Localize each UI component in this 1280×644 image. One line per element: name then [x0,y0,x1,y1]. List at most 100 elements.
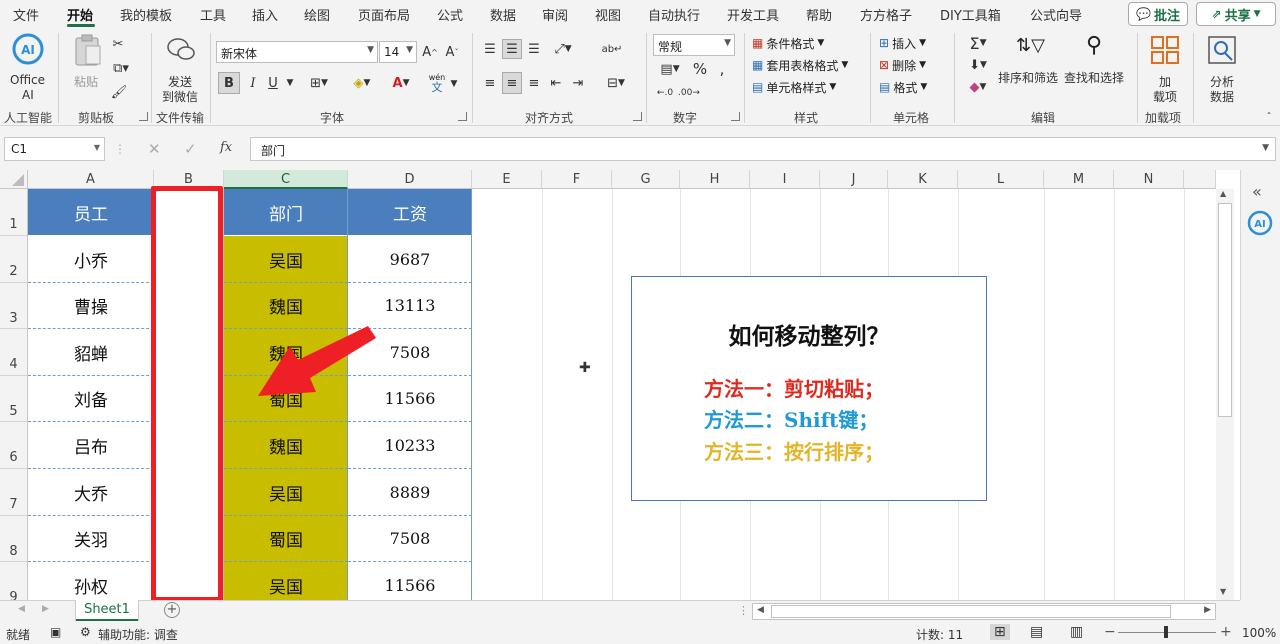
table-cell-dept[interactable]: 吴国 [224,469,348,516]
worksheet-grid[interactable]: A B C D E F G H I J K L M N 1 2 3 4 5 6 … [0,170,1240,600]
table-cell-dept[interactable]: 吴国 [224,236,348,283]
scroll-right-icon[interactable]: ▶ [1204,605,1211,615]
fill-icon[interactable]: ⬇ ▼ [962,55,994,75]
table-cell-dept[interactable]: 蜀国 [224,516,348,562]
scroll-down-icon[interactable]: ▼ [1220,587,1226,596]
vertical-scrollbar[interactable]: ▲ ▼ [1216,189,1234,600]
splitter-icon[interactable]: ⋮ [738,604,749,617]
column-header-c[interactable]: C [224,170,348,189]
menu-formula-wizard[interactable]: 公式向导 [1030,5,1082,24]
row-header-6[interactable]: 6 [0,422,28,469]
font-name-select[interactable]: 新宋体 ▼ [216,41,378,63]
indent-increase-icon[interactable]: ⇥ [568,72,588,94]
table-cell-employee[interactable]: 小乔 [28,236,154,283]
align-left-icon[interactable]: ≡ [480,72,500,94]
bold-button[interactable]: B [218,72,240,94]
align-right-icon[interactable]: ≡ [524,72,544,94]
menu-page-layout[interactable]: 页面布局 [358,5,410,24]
insert-cells-button[interactable]: ⊞ 插入 ▼ [879,33,926,53]
table-cell-employee[interactable]: 貂蝉 [28,329,154,376]
row-header-8[interactable]: 8 [0,516,28,562]
row-header-2[interactable]: 2 [0,236,28,283]
column-header-i[interactable]: I [750,170,820,189]
wrap-text-icon[interactable]: ab↵ [600,39,624,59]
column-header-d[interactable]: D [348,170,472,189]
menu-my-templates[interactable]: 我的模板 [120,5,172,24]
format-cells-button[interactable]: ▤ 格式 ▼ [879,77,927,97]
table-cell-dept[interactable]: 吴国 [224,562,348,600]
enter-icon[interactable]: ✓ [184,140,197,158]
accessibility-status[interactable]: 辅助功能: 调查 [98,626,178,643]
chevron-down-icon[interactable]: ▼ [284,72,296,94]
addins-button[interactable]: 加 载项 [1145,33,1185,104]
ai-assistant-icon[interactable]: AI [1247,210,1273,236]
analyze-data-button[interactable]: 分析 数据 [1200,33,1244,104]
vertical-scroll-thumb[interactable] [1218,203,1232,417]
select-all-corner[interactable] [0,170,28,189]
table-cell-employee[interactable]: 大乔 [28,469,154,516]
name-box[interactable]: C1 ▼ [4,137,105,161]
chevron-down-icon[interactable]: ▼ [448,73,460,95]
menu-formulas[interactable]: 公式 [437,5,463,24]
cell-c1[interactable]: 部门 [224,189,348,236]
expand-pane-icon[interactable]: « [1252,182,1262,201]
accessibility-icon[interactable]: ⚙ [80,625,91,639]
sort-filter-button[interactable]: ⇅▽ 排序和筛选 [998,33,1062,103]
alignment-launcher-icon[interactable] [633,112,642,121]
border-icon[interactable]: ⊞ ▼ [304,72,334,94]
table-cell-dept[interactable]: 魏国 [224,422,348,469]
paste-button[interactable]: 粘贴 [70,33,106,103]
table-cell-salary[interactable]: 13113 [348,283,472,329]
table-cell-dept[interactable]: 魏国 [224,283,348,329]
office-ai-button[interactable]: AI Office AI [6,33,50,103]
cell-a1[interactable]: 员工 [28,189,154,236]
normal-view-icon[interactable]: ⊞ [990,624,1010,640]
find-select-button[interactable]: ⚲ 查找和选择 [1064,33,1130,103]
horizontal-scrollbar[interactable]: ◀ ▶ [752,603,1216,620]
zoom-slider-thumb[interactable] [1164,626,1168,638]
phonetic-guide-icon[interactable]: wén 文 [426,73,448,95]
comma-style-icon[interactable]: , [712,59,732,79]
orientation-icon[interactable]: ⤢ ▼ [548,39,578,59]
tab-scroll-left-icon[interactable]: ◀ [18,604,25,614]
increase-decimal-icon[interactable]: ←.0 [654,83,676,103]
tab-scroll-right-icon[interactable]: ▶ [42,604,49,614]
scroll-left-icon[interactable]: ◀ [757,605,764,615]
column-header-l[interactable]: L [958,170,1044,189]
cut-icon[interactable]: ✂ [110,35,126,53]
underline-button[interactable]: U [264,72,282,94]
zoom-level[interactable]: 100% [1242,626,1276,640]
column-header-a[interactable]: A [28,170,154,189]
scroll-up-icon[interactable]: ▲ [1220,189,1226,198]
decrease-font-icon[interactable]: Aˇ [442,41,462,63]
row-header-3[interactable]: 3 [0,283,28,329]
font-color-icon[interactable]: A ▼ [386,72,416,94]
row-header-7[interactable]: 7 [0,469,28,516]
column-header-h[interactable]: H [680,170,750,189]
share-button[interactable]: ⇗ 共享 ▼ [1196,2,1276,26]
italic-button[interactable]: I [244,72,262,94]
cell-style-button[interactable]: ▤ 单元格样式 ▼ [752,77,836,97]
cell-d1[interactable]: 工资 [348,189,472,236]
table-cell-salary[interactable]: 11566 [348,562,472,600]
table-cell-salary[interactable]: 9687 [348,236,472,283]
column-header-e[interactable]: E [472,170,542,189]
menu-data[interactable]: 数据 [490,5,516,24]
menu-draw[interactable]: 绘图 [304,5,330,24]
zoom-in-icon[interactable]: + [1220,624,1232,640]
font-size-select[interactable]: 14 ▼ [379,41,417,63]
menu-developer[interactable]: 开发工具 [727,5,779,24]
more-options-icon[interactable]: ⋮ [114,142,126,156]
table-cell-employee[interactable]: 吕布 [28,422,154,469]
table-cell-salary[interactable]: 10233 [348,422,472,469]
zoom-out-icon[interactable]: − [1104,624,1116,640]
table-format-button[interactable]: ▦ 套用表格格式 ▼ [752,55,848,75]
row-header-1[interactable]: 1 [0,189,28,236]
increase-font-icon[interactable]: A ^ [420,41,440,63]
send-to-wechat-button[interactable]: 发送 到微信 [158,33,204,104]
font-launcher-icon[interactable] [458,112,467,121]
menu-help[interactable]: 帮助 [806,5,832,24]
row-header-9[interactable]: 9 [0,562,28,600]
number-launcher-icon[interactable] [731,112,740,121]
column-header-k[interactable]: K [888,170,958,189]
